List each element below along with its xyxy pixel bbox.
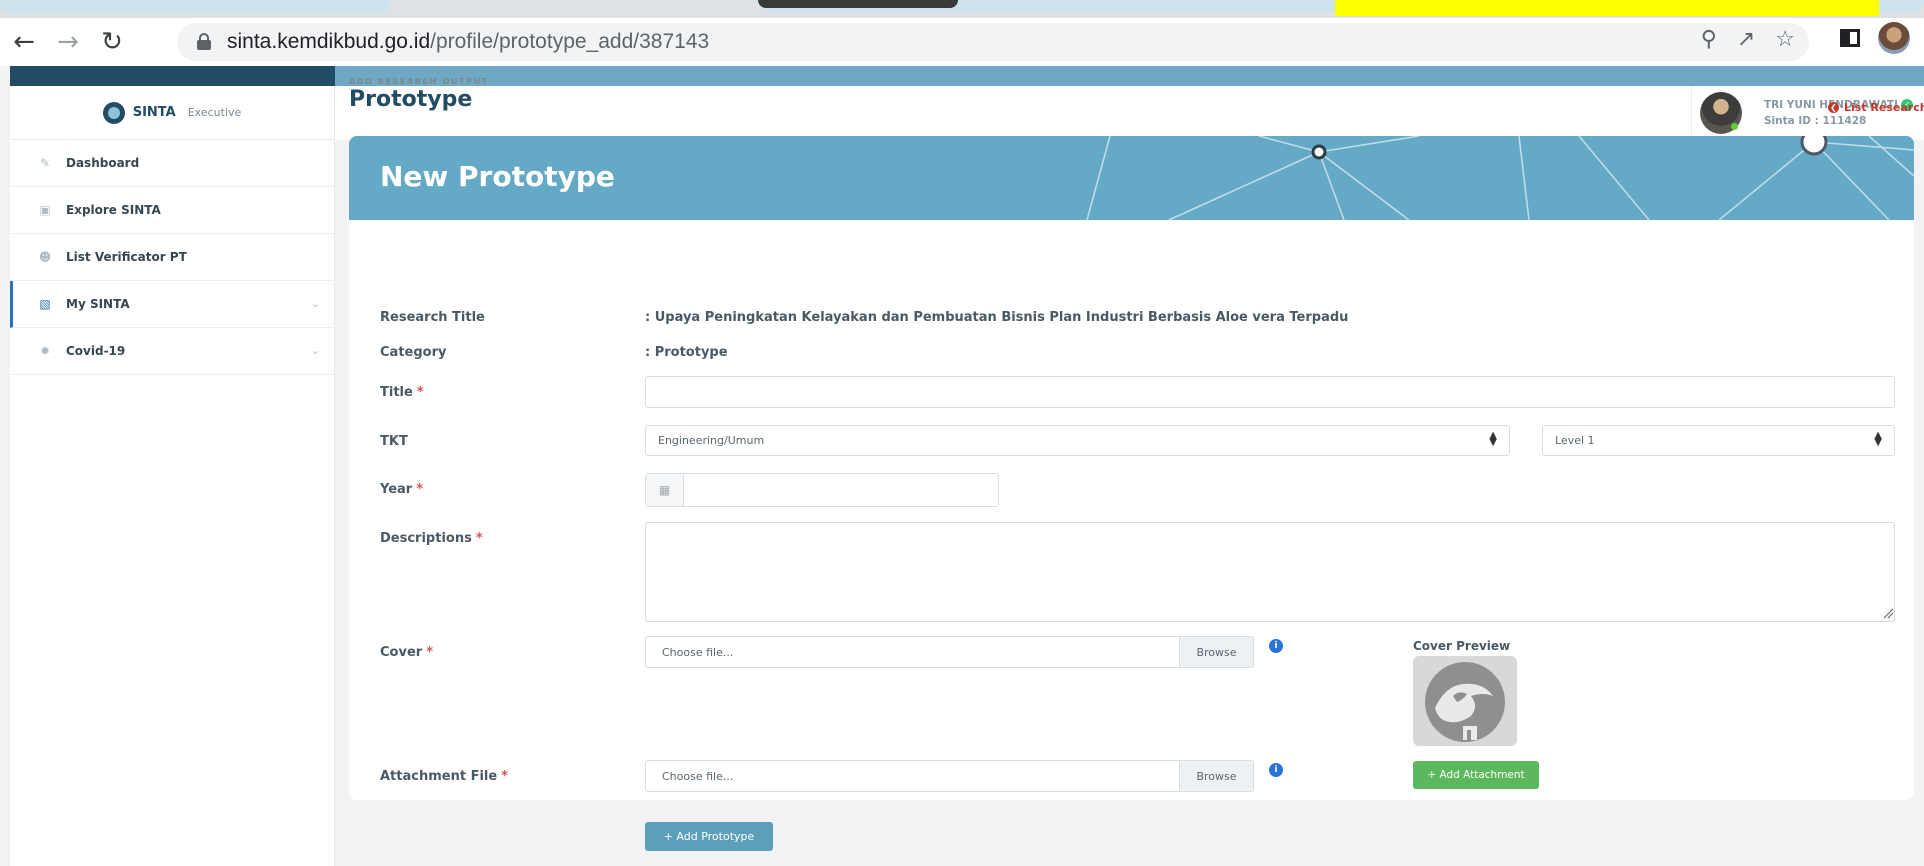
brand-subtitle: Executive (187, 106, 242, 119)
add-attachment-button[interactable]: + Add Attachment (1413, 761, 1539, 789)
sidebar-item-explore-sinta[interactable]: ▣ Explore SINTA (10, 187, 334, 234)
arrow-left-circle-icon: ❮ (1828, 102, 1839, 113)
url-text[interactable]: sinta.kemdikbud.go.id/profile/prototype_… (227, 30, 709, 54)
share-icon[interactable]: ↗ (1737, 27, 1755, 52)
add-prototype-button[interactable]: + Add Prototype (645, 822, 773, 851)
tkt-label: TKT (380, 434, 408, 449)
select-arrows-icon: ▲ ▼ (1874, 430, 1882, 448)
page-eyebrow: ADD RESEARCH OUTPUT (349, 77, 489, 86)
year-label-text: Year (380, 482, 413, 497)
attachment-label-text: Attachment File (380, 769, 498, 784)
required-mark: * (475, 531, 483, 546)
cover-file-input[interactable]: Choose file... Browse (645, 636, 1254, 668)
sidebar-item-list-verificator-pt[interactable]: ☻ List Verificator PT (10, 234, 334, 281)
id-card-icon: ▧ (39, 297, 51, 311)
app-header: TRI YUNI HENDRAWATI ✓ Sinta ID : 111428 (335, 86, 1924, 140)
calendar-icon[interactable]: ▦ (646, 474, 684, 506)
sidebar: SINTA Executive ✎ Dashboard ▣ Explore SI… (10, 86, 335, 866)
list-research-link[interactable]: ❮ List Research (1828, 101, 1924, 114)
brand[interactable]: SINTA Executive (10, 86, 334, 140)
attachment-file-placeholder: Choose file... (662, 769, 734, 783)
list-research-label: List Research (1844, 101, 1924, 114)
address-bar-actions: ⚲ ↗ ☆ (1701, 27, 1795, 52)
title-label: Title * (380, 385, 424, 400)
tkt-level-selected: Level 1 (1555, 434, 1595, 447)
sinta-logo-icon (102, 101, 125, 124)
url-host: sinta.kemdikbud.go.id (227, 30, 431, 53)
textarea-resize-handle[interactable] (1882, 607, 1894, 619)
cover-preview-image (1413, 656, 1517, 746)
cover-preview-label: Cover Preview (1413, 639, 1511, 653)
side-panel-icon[interactable] (1840, 29, 1860, 47)
reload-icon[interactable]: ↻ (92, 22, 132, 62)
descriptions-label-text: Descriptions (380, 531, 472, 546)
back-arrow-icon[interactable]: ← (4, 22, 44, 62)
descriptions-textarea[interactable] (645, 522, 1895, 622)
app-topbar (10, 66, 1924, 86)
sidebar-item-my-sinta[interactable]: ▧ My SINTA ⌄ (10, 281, 334, 328)
tkt-level-select[interactable]: Level 1 ▲ ▼ (1542, 425, 1895, 456)
cover-browse-button[interactable]: Browse (1179, 637, 1253, 667)
required-mark: * (416, 482, 424, 497)
highlight-overlay (1335, 0, 1879, 16)
page-title: Prototype (349, 87, 473, 112)
attachment-label: Attachment File * (380, 769, 508, 784)
year-label: Year * (380, 482, 423, 497)
new-prototype-card: New Prototype (349, 136, 1914, 800)
required-mark: * (426, 645, 433, 660)
info-icon[interactable]: i (1269, 639, 1283, 653)
info-icon[interactable]: i (1269, 763, 1283, 777)
user-circle-icon: ☻ (38, 250, 52, 264)
toolbar-right (1840, 22, 1910, 54)
lock-icon[interactable] (197, 33, 211, 50)
sinta-placeholder-logo-icon (1425, 662, 1505, 742)
cover-label-text: Cover (380, 645, 423, 660)
required-mark: * (416, 385, 424, 400)
title-label-text: Title (380, 385, 413, 400)
attachment-file-input[interactable]: Choose file... Browse (645, 760, 1254, 792)
user-avatar[interactable] (1700, 92, 1742, 134)
zoom-out-icon[interactable]: ⚲ (1701, 27, 1717, 52)
descriptions-label: Descriptions * (380, 531, 483, 546)
browser-tab[interactable] (0, 0, 390, 14)
cover-label: Cover * (380, 645, 433, 660)
pencil-icon: ✎ (39, 156, 51, 170)
forward-arrow-icon[interactable]: → (48, 22, 88, 62)
chevron-down-icon[interactable]: ⌄ (311, 344, 320, 357)
card-title: New Prototype (380, 160, 615, 193)
virus-icon: ✹ (39, 344, 51, 358)
browser-toolbar: ← → ↻ sinta.kemdikbud.go.id/profile/prot… (0, 18, 1924, 66)
tkt-field-selected: Engineering/Umum (658, 434, 765, 447)
url-path: /profile/prototype_add/387143 (430, 30, 710, 53)
required-mark: * (501, 769, 509, 784)
star-icon[interactable]: ☆ (1775, 27, 1795, 52)
app-topbar-brand-strip (10, 66, 335, 86)
sidebar-item-label: List Verificator PT (66, 250, 187, 264)
sidebar-item-label: Covid-19 (66, 344, 126, 358)
attachment-browse-button[interactable]: Browse (1179, 761, 1253, 791)
profile-avatar[interactable] (1878, 22, 1910, 54)
select-arrows-icon: ▲ ▼ (1489, 430, 1497, 448)
sidebar-item-covid-19[interactable]: ✹ Covid-19 ⌄ (10, 328, 334, 375)
card-header: New Prototype (349, 136, 1914, 220)
address-bar[interactable]: sinta.kemdikbud.go.id/profile/prototype_… (177, 23, 1809, 61)
sidebar-item-label: Explore SINTA (66, 203, 161, 217)
research-title-label: Research Title (380, 310, 485, 325)
browser-tabstrip (0, 0, 1924, 18)
tkt-field-select[interactable]: Engineering/Umum ▲ ▼ (645, 425, 1510, 456)
sinta-id: Sinta ID : 111428 (1764, 115, 1867, 127)
document-icon: ▣ (39, 203, 51, 217)
browser-tab-active[interactable] (758, 0, 958, 8)
chevron-down-icon[interactable]: ⌄ (311, 297, 320, 310)
category-label: Category (380, 345, 447, 360)
category-value: : Prototype (645, 345, 728, 360)
sidebar-item-label: My SINTA (66, 297, 130, 311)
sidebar-item-dashboard[interactable]: ✎ Dashboard (10, 140, 334, 187)
research-title-value: : Upaya Peningkatan Kelayakan dan Pembua… (645, 310, 1349, 325)
title-input[interactable] (645, 376, 1895, 408)
year-input[interactable]: ▦ (645, 473, 999, 507)
brand-name: SINTA (132, 105, 176, 120)
cover-file-placeholder: Choose file... (662, 645, 734, 659)
sidebar-item-label: Dashboard (66, 156, 140, 170)
